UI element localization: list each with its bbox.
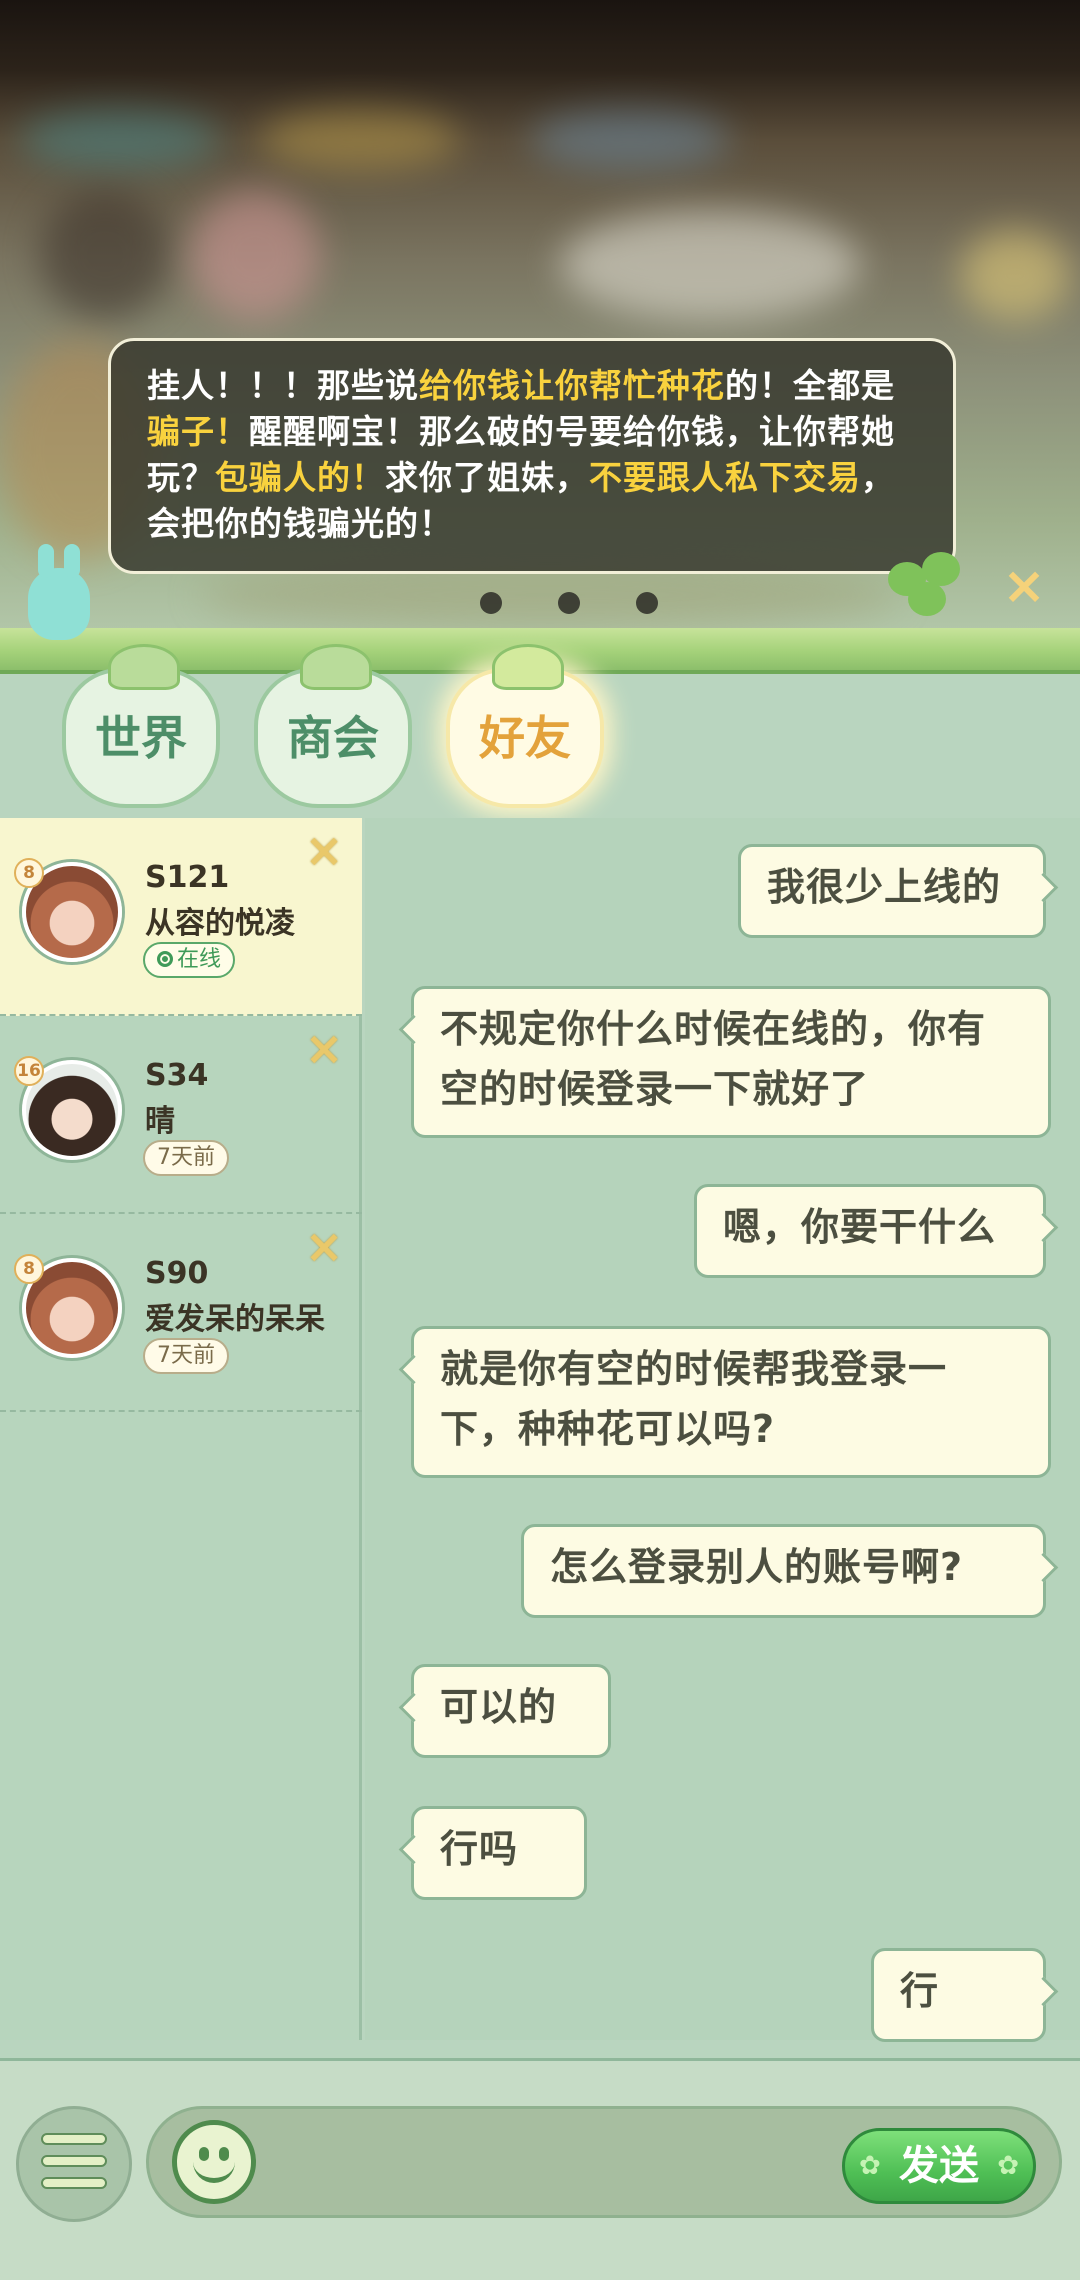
menu-button[interactable] [16,2106,132,2222]
send-label: 发送 [899,2143,979,2189]
chat-message-sent: 我很少上线的 [738,844,1046,938]
chat-area[interactable]: 我很少上线的 不规定你什么时候在线的，你有空的时候登录一下就好了 嗯，你要干什么… [365,818,1080,2042]
tab-guild[interactable]: 商会 [254,644,412,808]
close-icon[interactable]: × [998,560,1050,612]
notice-highlight-text: 不要跟人私下交易 [589,458,861,497]
banner-page-dots [480,592,680,622]
notice-highlight-text: 骗子！ [147,412,249,451]
bg-blur [190,190,320,320]
chat-message-sent: 怎么登录别人的账号啊? [521,1524,1046,1618]
close-icon[interactable]: × [302,1025,346,1071]
friend-name: 从容的悦凌 [145,906,295,941]
clover-decoration [888,552,968,632]
send-button[interactable]: ✿ 发送 ✿ [842,2128,1036,2204]
friend-name: 晴 [145,1104,175,1139]
menu-icon [41,2177,107,2189]
notice-text: 的！全都是 [725,366,895,405]
level-badge: 16 [14,1056,44,1086]
bg-blur [960,230,1070,320]
page-dot[interactable] [636,592,658,614]
bg-blur [40,190,170,320]
close-icon[interactable]: × [302,1223,346,1269]
page-dot[interactable] [558,592,580,614]
bg-blur [560,210,860,320]
notice-text: 挂人！！！那些说 [147,366,419,405]
level-badge: 8 [14,1254,44,1284]
status-badge: 7天前 [143,1140,229,1176]
chat-message-received: 可以的 [411,1664,611,1758]
announcement-banner: 挂人！！！那些说给你钱让你帮忙种花的！全都是骗子！醒醒啊宝！那么破的号要给你钱，… [108,338,956,574]
close-icon[interactable]: × [302,827,346,873]
status-text: 在线 [177,947,222,972]
friend-list: 8 S121 从容的悦凌 在线 × 16 S34 晴 7天前 × 8 S90 爱… [0,818,362,2040]
friend-server: S90 [145,1256,209,1291]
chat-message-received: 不规定你什么时候在线的，你有空的时候登录一下就好了 [411,986,1051,1138]
chat-message-sent: 嗯，你要干什么 [694,1184,1046,1278]
clover-icon: ✿ [997,2151,1019,2181]
chat-message-received: 就是你有空的时候帮我登录一下，种种花可以吗? [411,1326,1051,1478]
chat-message-sent: 行 [871,1948,1046,2042]
menu-icon [41,2133,107,2145]
clover-icon: ✿ [859,2151,881,2181]
status-badge: 7天前 [143,1338,229,1374]
bg-blur [20,110,220,170]
friend-item[interactable]: 8 S90 爱发呆的呆呆 7天前 × [0,1214,362,1412]
online-icon [157,951,173,967]
notice-highlight-text: 包骗人的！ [215,458,385,497]
notice-highlight-text: 给你钱让你帮忙种花 [419,366,725,405]
chat-message-received: 行吗 [411,1806,587,1900]
tab-world[interactable]: 世界 [62,644,220,808]
friend-item[interactable]: 8 S121 从容的悦凌 在线 × [0,818,362,1016]
page-dot[interactable] [480,592,502,614]
tab-friends[interactable]: 好友 [446,644,604,808]
bg-blur [260,110,460,170]
bunny-decoration [28,544,90,640]
friend-server: S34 [145,1058,209,1093]
smiley-icon [193,2159,235,2183]
friend-name: 爱发呆的呆呆 [145,1302,325,1337]
menu-icon [41,2155,107,2167]
level-badge: 8 [14,858,44,888]
friend-item[interactable]: 16 S34 晴 7天前 × [0,1016,362,1214]
notice-text: 求你了姐妹， [385,458,589,497]
emoji-button[interactable] [172,2120,256,2204]
friend-server: S121 [145,860,230,895]
status-badge: 在线 [143,942,236,978]
bg-blur [530,110,730,170]
